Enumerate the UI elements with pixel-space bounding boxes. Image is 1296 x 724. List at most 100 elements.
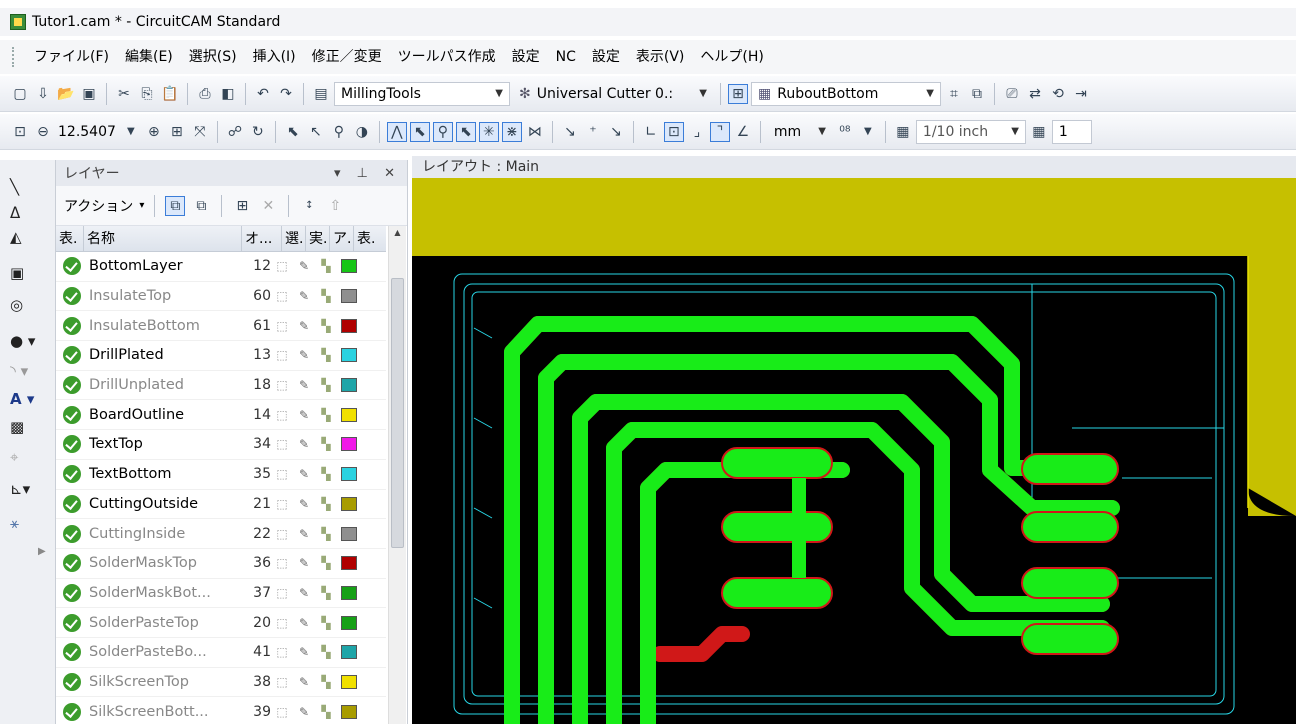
datamatrix-tool-icon[interactable]: ▩: [10, 416, 46, 438]
decimals-dropdown-icon[interactable]: ▼: [858, 122, 878, 142]
visible-check-icon[interactable]: [63, 287, 81, 306]
layer-row[interactable]: BoardOutline 14 ⬚ ✎ ▚: [56, 400, 386, 431]
layers-icon[interactable]: ▚: [315, 259, 337, 273]
scrollbar-thumb[interactable]: [391, 278, 404, 548]
paste-icon[interactable]: 📋: [160, 84, 180, 104]
select-box-icon[interactable]: ⬚: [271, 705, 293, 719]
layer-row[interactable]: SolderMaskTop 36 ⬚ ✎ ▚: [56, 549, 386, 579]
menu-settings[interactable]: 設定: [504, 40, 548, 74]
layer-add-view-icon[interactable]: ⧉: [191, 196, 211, 216]
col-visible[interactable]: 表.: [56, 226, 84, 251]
layer-row[interactable]: TextTop 34 ⬚ ✎ ▚: [56, 430, 386, 460]
layer-color-swatch[interactable]: [341, 585, 357, 600]
select-box-icon[interactable]: ⬚: [271, 497, 293, 511]
layer-color-swatch[interactable]: [341, 615, 357, 630]
visible-check-icon[interactable]: [63, 376, 81, 395]
unit-select[interactable]: mm ▼: [768, 120, 832, 144]
menu-toolpath[interactable]: ツールパス作成: [390, 40, 504, 74]
menu-view[interactable]: 表示(V): [628, 40, 693, 74]
col-exec[interactable]: 実.: [306, 226, 330, 251]
layers-icon[interactable]: ▚: [315, 319, 337, 333]
zoom-in-icon[interactable]: ⊕: [144, 122, 164, 142]
layer-row[interactable]: CuttingInside 22 ⬚ ✎ ▚: [56, 519, 386, 549]
arc-tool-icon[interactable]: ◝ ▾: [10, 360, 46, 382]
layer-row[interactable]: InsulateTop 60 ⬚ ✎ ▚: [56, 282, 386, 312]
layers-icon[interactable]: ▚: [315, 705, 337, 719]
select-half-icon[interactable]: ◑: [352, 122, 372, 142]
rubout-settings-icon[interactable]: ⌗: [944, 84, 964, 104]
undo-icon[interactable]: ↶: [253, 84, 273, 104]
snap-1-icon[interactable]: ↘: [560, 122, 580, 142]
select-box-icon[interactable]: ⬚: [271, 467, 293, 481]
visible-check-icon[interactable]: [63, 435, 81, 454]
open-folder-icon[interactable]: 📂: [56, 84, 76, 104]
layer-color-swatch[interactable]: [341, 437, 357, 452]
col-display[interactable]: 表.: [354, 226, 378, 251]
machine-icon[interactable]: ⎚: [1002, 84, 1022, 104]
layer-row[interactable]: DrillPlated 13 ⬚ ✎ ▚: [56, 341, 386, 371]
zoom-window-icon[interactable]: ⊡: [10, 122, 30, 142]
layers-icon[interactable]: ▚: [315, 527, 337, 541]
select-mode-5-icon[interactable]: ✳: [478, 121, 499, 142]
visible-check-icon[interactable]: [63, 672, 81, 691]
layers-icon[interactable]: ▚: [315, 348, 337, 362]
zoom-dropdown-icon[interactable]: ▼: [121, 122, 141, 142]
layer-color-swatch[interactable]: [341, 378, 357, 393]
select-box-icon[interactable]: ⬚: [271, 586, 293, 600]
polygon-tool-icon[interactable]: ◭: [10, 226, 46, 248]
layer-row[interactable]: SilkScreenTop 38 ⬚ ✎ ▚: [56, 668, 386, 698]
pen-icon[interactable]: ✎: [293, 319, 315, 333]
visible-check-icon[interactable]: [63, 316, 81, 335]
layers-icon[interactable]: ▚: [315, 289, 337, 303]
layer-color-swatch[interactable]: [341, 674, 357, 689]
layers-icon[interactable]: ▚: [315, 408, 337, 422]
layer-row[interactable]: CuttingOutside 21 ⬚ ✎ ▚: [56, 490, 386, 520]
select-box-icon[interactable]: ⬚: [271, 645, 293, 659]
layer-color-swatch[interactable]: [341, 704, 357, 719]
export-icon[interactable]: ⇥: [1071, 84, 1091, 104]
select-box-icon[interactable]: ⬚: [271, 378, 293, 392]
visible-check-icon[interactable]: [63, 346, 81, 365]
layer-row[interactable]: SolderPasteTop 20 ⬚ ✎ ▚: [56, 608, 386, 638]
zoom-level[interactable]: 12.5407: [56, 124, 118, 140]
select-box-icon[interactable]: ⬚: [271, 437, 293, 451]
zoom-fit-icon[interactable]: ⤧: [190, 122, 210, 142]
layer-color-swatch[interactable]: [341, 556, 357, 571]
visible-check-icon[interactable]: [63, 257, 81, 276]
layer-row[interactable]: DrillUnplated 18 ⬚ ✎ ▚: [56, 371, 386, 401]
layers-icon[interactable]: ▚: [315, 556, 337, 570]
layers-icon[interactable]: ▚: [315, 586, 337, 600]
menu-edit[interactable]: 編集(E): [117, 40, 181, 74]
refresh-icon[interactable]: ↻: [248, 122, 268, 142]
layers-icon[interactable]: ▚: [315, 675, 337, 689]
rubout-area-icon[interactable]: ⧉: [967, 84, 987, 104]
layout-tab[interactable]: レイアウト : Main: [412, 156, 1296, 178]
rubout-toggle-icon[interactable]: ⊞: [728, 83, 748, 104]
layers-scrollbar[interactable]: ▲: [388, 226, 406, 724]
menu-file[interactable]: ファイル(F): [26, 40, 117, 74]
layer-row[interactable]: InsulateBottom 61 ⬚ ✎ ▚: [56, 311, 386, 342]
visible-check-icon[interactable]: [63, 405, 81, 424]
sort-icon[interactable]: ↕: [299, 196, 319, 216]
pen-icon[interactable]: ✎: [293, 378, 315, 392]
pen-icon[interactable]: ✎: [293, 645, 315, 659]
action-menu[interactable]: アクション: [64, 196, 133, 216]
new-layer-icon[interactable]: ⊞: [232, 196, 252, 216]
layer-color-swatch[interactable]: [341, 526, 357, 541]
pen-icon[interactable]: ✎: [293, 437, 315, 451]
fiducial-tool-icon[interactable]: ⌖: [10, 446, 46, 468]
layer-row[interactable]: SolderPasteBo... 41 ⬚ ✎ ▚: [56, 638, 386, 668]
col-active[interactable]: ア.: [330, 226, 354, 251]
select-mode-3-icon[interactable]: ⚲: [432, 121, 453, 142]
text-tool-icon[interactable]: A ▾: [10, 388, 46, 410]
select-box-icon[interactable]: ⬚: [271, 675, 293, 689]
col-order[interactable]: オ...: [242, 226, 282, 251]
pen-icon[interactable]: ✎: [293, 527, 315, 541]
corner-icon[interactable]: ⌟: [687, 122, 707, 142]
drill-tool-icon[interactable]: ⚹: [10, 512, 46, 534]
origin-icon[interactable]: ∟: [641, 122, 661, 142]
layout-canvas[interactable]: [412, 178, 1296, 724]
select-add-icon[interactable]: ↖: [306, 122, 326, 142]
layer-color-swatch[interactable]: [341, 348, 357, 363]
layer-color-swatch[interactable]: [341, 289, 357, 304]
